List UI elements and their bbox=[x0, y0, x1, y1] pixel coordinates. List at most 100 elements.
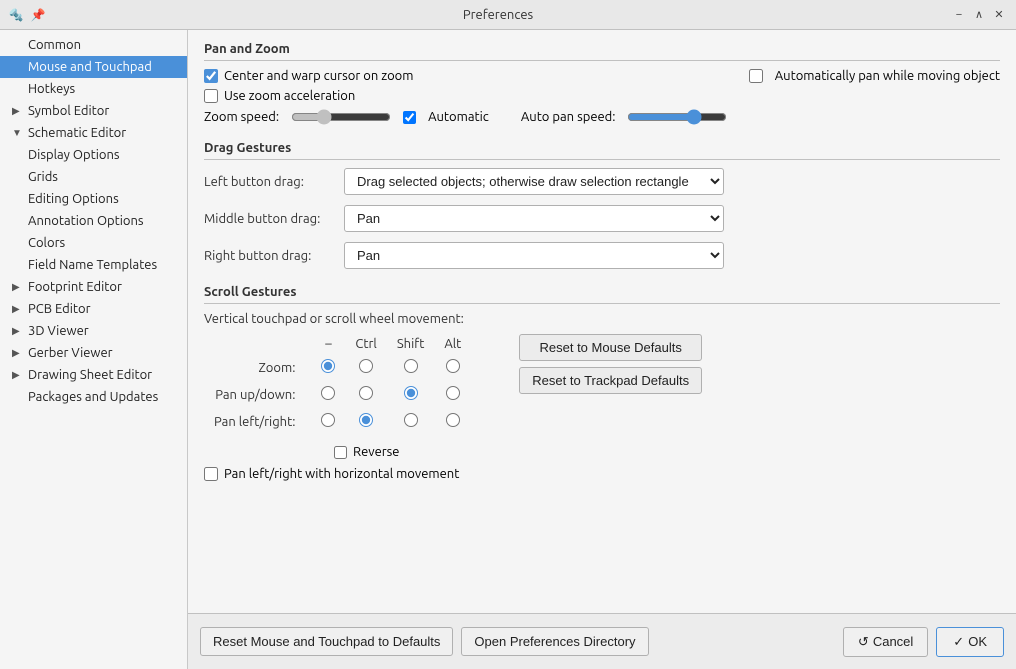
scroll-radio-1-2[interactable] bbox=[404, 386, 418, 400]
scroll-cell-1-2 bbox=[387, 381, 434, 408]
reverse-label: Reverse bbox=[353, 445, 400, 459]
expand-icon-drawing-sheet-editor: ▶ bbox=[12, 369, 24, 381]
pan-horizontal-checkbox[interactable] bbox=[204, 467, 218, 481]
sidebar-label-pcb-editor: PCB Editor bbox=[28, 302, 91, 316]
sidebar-label-packages-updates: Packages and Updates bbox=[28, 390, 158, 404]
expand-icon-3d-viewer: ▶ bbox=[12, 325, 24, 337]
scroll-cell-2-3 bbox=[434, 408, 471, 435]
sidebar-label-symbol-editor: Symbol Editor bbox=[28, 104, 109, 118]
expand-icon-footprint-editor: ▶ bbox=[12, 281, 24, 293]
right-button-select[interactable]: Pan Zoom None bbox=[344, 242, 724, 269]
scroll-radio-0-3[interactable] bbox=[446, 359, 460, 373]
scroll-radio-0-0[interactable] bbox=[321, 359, 335, 373]
sidebar-item-pcb-editor[interactable]: ▶PCB Editor bbox=[0, 298, 187, 320]
reset-buttons: Reset to Mouse Defaults Reset to Trackpa… bbox=[519, 334, 702, 394]
sidebar-label-schematic-editor: Schematic Editor bbox=[28, 126, 126, 140]
expand-icon-symbol-editor: ▶ bbox=[12, 105, 24, 117]
sidebar-item-3d-viewer[interactable]: ▶ 3D Viewer bbox=[0, 320, 187, 342]
right-button-row: Right button drag: Pan Zoom None bbox=[204, 242, 1000, 269]
left-button-select[interactable]: Drag selected objects; otherwise draw se… bbox=[344, 168, 724, 195]
sidebar-label-hotkeys: Hotkeys bbox=[28, 82, 75, 96]
middle-button-select[interactable]: Pan Zoom None bbox=[344, 205, 724, 232]
sidebar-item-gerber-viewer[interactable]: ▶ Gerber Viewer bbox=[0, 342, 187, 364]
scroll-radio-2-1[interactable] bbox=[359, 413, 373, 427]
sidebar-label-gerber-viewer: Gerber Viewer bbox=[28, 346, 113, 360]
content-scroll: Pan and Zoom Center and warp cursor on z… bbox=[188, 30, 1016, 613]
scroll-radio-1-3[interactable] bbox=[446, 386, 460, 400]
scroll-cell-2-2 bbox=[387, 408, 434, 435]
sidebar-label-editing-options: Editing Options bbox=[28, 192, 119, 206]
scroll-cell-1-0 bbox=[311, 381, 345, 408]
center-warp-label: Center and warp cursor on zoom bbox=[224, 69, 414, 83]
scroll-cell-0-2 bbox=[387, 354, 434, 381]
scroll-row-0: Zoom: bbox=[204, 354, 471, 381]
sidebar-label-field-name-templates: Field Name Templates bbox=[28, 258, 157, 272]
automatic-checkbox[interactable] bbox=[403, 111, 416, 124]
sidebar-item-grids[interactable]: Grids bbox=[0, 166, 187, 188]
minimize-button[interactable]: − bbox=[950, 6, 968, 24]
cancel-icon: ↺ bbox=[858, 634, 869, 650]
sidebar-item-symbol-editor[interactable]: ▶ Symbol Editor bbox=[0, 100, 187, 122]
cancel-button[interactable]: ↺ Cancel bbox=[843, 627, 928, 657]
scroll-cell-0-3 bbox=[434, 354, 471, 381]
sidebar-item-schematic-editor[interactable]: ▼Schematic Editor bbox=[0, 122, 187, 144]
expand-icon-gerber-viewer: ▶ bbox=[12, 347, 24, 359]
sidebar-label-drawing-sheet-editor: Drawing Sheet Editor bbox=[28, 368, 152, 382]
center-warp-row: Center and warp cursor on zoom Automatic… bbox=[204, 69, 1000, 83]
reset-defaults-button[interactable]: Reset Mouse and Touchpad to Defaults bbox=[200, 627, 453, 656]
scroll-gestures-inner: – Ctrl Shift Alt Zoom:Pan up/down:Pan le… bbox=[204, 334, 1000, 487]
scroll-radio-2-3[interactable] bbox=[446, 413, 460, 427]
scroll-table-wrapper: – Ctrl Shift Alt Zoom:Pan up/down:Pan le… bbox=[204, 334, 471, 487]
sidebar-item-drawing-sheet-editor[interactable]: ▶ Drawing Sheet Editor bbox=[0, 364, 187, 386]
sidebar-item-annotation-options[interactable]: Annotation Options bbox=[0, 210, 187, 232]
sidebar-item-common[interactable]: Common bbox=[0, 34, 187, 56]
auto-pan-speed-slider[interactable] bbox=[627, 109, 727, 125]
pan-zoom-section: Pan and Zoom Center and warp cursor on z… bbox=[204, 42, 1000, 125]
scroll-radio-0-1[interactable] bbox=[359, 359, 373, 373]
sidebar-item-editing-options[interactable]: Editing Options bbox=[0, 188, 187, 210]
zoom-speed-slider[interactable] bbox=[291, 109, 391, 125]
sidebar-item-hotkeys[interactable]: Hotkeys bbox=[0, 78, 187, 100]
scroll-radio-2-0[interactable] bbox=[321, 413, 335, 427]
center-warp-checkbox[interactable] bbox=[204, 69, 218, 83]
middle-button-label: Middle button drag: bbox=[204, 212, 334, 226]
zoom-accel-checkbox[interactable] bbox=[204, 89, 218, 103]
sidebar-label-mouse-touchpad: Mouse and Touchpad bbox=[28, 60, 152, 74]
maximize-button[interactable]: ∧ bbox=[970, 6, 988, 24]
sidebar-label-3d-viewer: 3D Viewer bbox=[28, 324, 89, 338]
middle-button-row: Middle button drag: Pan Zoom None bbox=[204, 205, 1000, 232]
sidebar-item-field-name-templates[interactable]: Field Name Templates bbox=[0, 254, 187, 276]
col-minus-header: – bbox=[311, 334, 345, 354]
scroll-radio-1-0[interactable] bbox=[321, 386, 335, 400]
sidebar-item-colors[interactable]: Colors bbox=[0, 232, 187, 254]
content-area: Pan and Zoom Center and warp cursor on z… bbox=[188, 30, 1016, 669]
drag-gestures-section: Drag Gestures Left button drag: Drag sel… bbox=[204, 141, 1000, 269]
close-button[interactable]: ✕ bbox=[990, 6, 1008, 24]
open-pref-dir-button[interactable]: Open Preferences Directory bbox=[461, 627, 648, 656]
sidebar-item-mouse-touchpad[interactable]: Mouse and Touchpad bbox=[0, 56, 187, 78]
sidebar-item-footprint-editor[interactable]: ▶Footprint Editor bbox=[0, 276, 187, 298]
reset-mouse-button[interactable]: Reset to Mouse Defaults bbox=[519, 334, 702, 361]
zoom-accel-label: Use zoom acceleration bbox=[224, 89, 355, 103]
auto-pan-checkbox[interactable] bbox=[749, 69, 763, 83]
col-shift-header: Shift bbox=[387, 334, 434, 354]
title-bar: 🔩 📌 Preferences − ∧ ✕ bbox=[0, 0, 1016, 30]
app-icon: 🔩 bbox=[8, 7, 24, 23]
scroll-radio-1-1[interactable] bbox=[359, 386, 373, 400]
scroll-cell-1-1 bbox=[345, 381, 386, 408]
ok-button[interactable]: ✓ OK bbox=[936, 627, 1004, 657]
scroll-radio-0-2[interactable] bbox=[404, 359, 418, 373]
sidebar-item-packages-updates[interactable]: Packages and Updates bbox=[0, 386, 187, 408]
drag-gestures-title: Drag Gestures bbox=[204, 141, 1000, 160]
sidebar-label-common: Common bbox=[28, 38, 81, 52]
scroll-row-1: Pan up/down: bbox=[204, 381, 471, 408]
scroll-table: – Ctrl Shift Alt Zoom:Pan up/down:Pan le… bbox=[204, 334, 471, 435]
sidebar-item-display-options[interactable]: Display Options bbox=[0, 144, 187, 166]
reverse-checkbox[interactable] bbox=[334, 446, 347, 459]
scroll-cell-0-1 bbox=[345, 354, 386, 381]
scroll-radio-2-2[interactable] bbox=[404, 413, 418, 427]
reset-trackpad-button[interactable]: Reset to Trackpad Defaults bbox=[519, 367, 702, 394]
pin-icon: 📌 bbox=[30, 7, 46, 23]
left-button-label: Left button drag: bbox=[204, 175, 334, 189]
reverse-row: Reverse bbox=[334, 445, 471, 459]
